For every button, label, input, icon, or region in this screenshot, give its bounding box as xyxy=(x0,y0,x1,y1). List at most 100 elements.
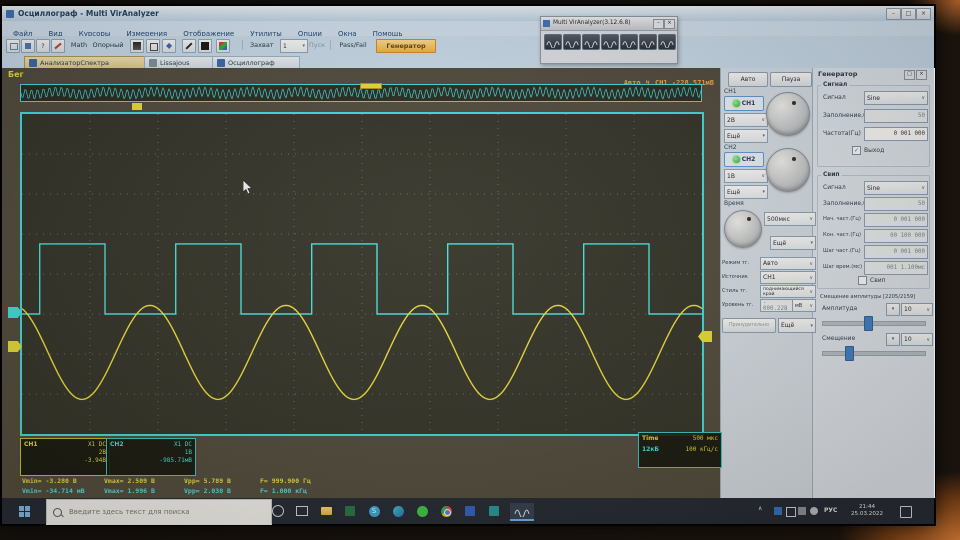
oscilloscope-tool-icon[interactable] xyxy=(544,34,562,50)
sweep-checkbox[interactable] xyxy=(858,276,867,285)
tray-expand-icon[interactable]: ∧ xyxy=(758,505,762,512)
taskbar-search[interactable] xyxy=(46,499,272,525)
help-icon[interactable]: ? xyxy=(36,39,50,53)
trigger-level-unit-select[interactable]: мВ ∨ xyxy=(792,299,816,312)
step-time-field[interactable]: 001 1.100мс xyxy=(864,261,928,275)
pause-button[interactable]: Пауза xyxy=(770,72,812,87)
trigger-style-select[interactable]: поднимающийся край ∨ xyxy=(760,285,816,298)
preview-window-marker[interactable] xyxy=(360,83,382,89)
ch1-scale-select[interactable]: 2В ∨ xyxy=(724,113,768,127)
ch1-position-knob[interactable] xyxy=(766,92,810,136)
close-button[interactable]: × xyxy=(916,8,931,20)
maximize-button[interactable]: □ xyxy=(901,8,916,20)
window-layout-icon[interactable] xyxy=(146,39,160,53)
trigger-level-field[interactable]: - 000.228 xyxy=(760,299,796,312)
mini-minimize-button[interactable]: – xyxy=(653,19,664,29)
display-mode-icon[interactable] xyxy=(130,39,144,53)
passfail-button[interactable]: Pass/Fail xyxy=(334,39,372,51)
active-app-multivir[interactable] xyxy=(510,503,534,521)
amplitude-slider-thumb[interactable] xyxy=(864,316,873,331)
settings-icon[interactable] xyxy=(51,39,65,53)
mini-close-button[interactable]: × xyxy=(664,19,675,29)
start-button[interactable] xyxy=(2,498,46,524)
trigger-source-select[interactable]: CH1 ∨ xyxy=(760,271,816,284)
language-indicator[interactable]: РУС xyxy=(824,507,837,514)
spectrum-tool-icon[interactable] xyxy=(563,34,581,50)
ch2-enable-toggle[interactable]: CH2 xyxy=(724,152,764,167)
search-input[interactable] xyxy=(67,507,241,517)
sweep-signal-select[interactable]: Sine ∨ xyxy=(864,181,928,195)
offset-unit-select[interactable]: 10 ∨ xyxy=(901,333,933,346)
offset-slider-thumb[interactable] xyxy=(845,346,854,361)
signal-generator-tool-icon[interactable] xyxy=(582,34,600,50)
tray-app-icon[interactable] xyxy=(774,507,782,515)
amplitude-unit-select[interactable]: 10 ∨ xyxy=(901,303,933,316)
capture-count-select[interactable]: 1 ▾ xyxy=(280,39,308,53)
background-color-icon[interactable] xyxy=(198,39,212,53)
amplitude-step-button[interactable]: ▾ xyxy=(886,303,900,316)
skype-icon[interactable]: S xyxy=(366,503,382,519)
tray-network-icon[interactable] xyxy=(798,507,806,515)
amplitude-slider[interactable] xyxy=(822,321,926,326)
tray-display-icon[interactable] xyxy=(786,507,796,517)
filter-tool-icon[interactable] xyxy=(658,34,676,50)
tab-spectrum-analyzer[interactable]: АнализаторСпектра xyxy=(24,56,146,68)
ch1-enable-toggle[interactable]: CH1 xyxy=(724,96,764,111)
excel-icon[interactable] xyxy=(342,503,358,519)
minimize-button[interactable]: – xyxy=(886,8,901,20)
start-freq-field[interactable]: 0 001 000 xyxy=(864,213,928,227)
trigger-more-select[interactable]: Ещё ▾ xyxy=(778,318,816,333)
action-center-icon[interactable] xyxy=(900,506,912,518)
reference-button[interactable]: Опорный xyxy=(92,39,124,51)
voltmeter-tool-icon[interactable] xyxy=(620,34,638,50)
generator-close-button[interactable]: × xyxy=(916,70,927,80)
tab-oscilloscope[interactable]: Осциллограф xyxy=(212,56,300,68)
cortana-icon[interactable] xyxy=(270,503,286,519)
mail-app-icon[interactable] xyxy=(462,503,478,519)
run-button[interactable]: Пуск xyxy=(306,39,328,51)
trigger-position-marker[interactable] xyxy=(132,103,142,110)
timebase-knob[interactable] xyxy=(724,210,762,248)
output-checkbox-row[interactable]: ✓ Выход xyxy=(852,146,884,155)
timebase-select[interactable]: 500мкс ∨ xyxy=(764,212,816,226)
persistence-icon[interactable]: ◆ xyxy=(162,39,176,53)
offset-slider[interactable] xyxy=(822,351,926,356)
trigger-mode-select[interactable]: Авто ∨ xyxy=(760,257,816,270)
generator-button[interactable]: Генератор xyxy=(376,39,436,53)
file-explorer-icon[interactable] xyxy=(318,503,334,519)
edge-icon[interactable] xyxy=(390,503,406,519)
auto-button[interactable]: Авто xyxy=(728,72,768,87)
signal-type-select[interactable]: Sine ∨ xyxy=(864,91,928,105)
tab-lissajous[interactable]: Lissajous xyxy=(144,56,216,68)
pen-icon[interactable] xyxy=(182,39,196,53)
end-freq-field[interactable]: 00 100 000 xyxy=(864,229,928,243)
tray-volume-icon[interactable] xyxy=(810,507,818,515)
output-checkbox[interactable]: ✓ xyxy=(852,146,861,155)
ch2-scale-select[interactable]: 1В ∨ xyxy=(724,169,768,183)
ch2-more-select[interactable]: Ещё ▾ xyxy=(724,185,768,199)
sweep-checkbox-row[interactable]: Свип xyxy=(858,276,886,285)
taskbar-clock[interactable]: 21:44 25.03.2022 xyxy=(846,504,888,518)
fill-field[interactable]: 50 xyxy=(864,109,928,123)
task-view-icon[interactable] xyxy=(294,503,310,519)
force-trigger-button[interactable]: Принудительно xyxy=(722,318,776,333)
frequency-field[interactable]: 0 001 000 xyxy=(864,127,928,141)
waveform-plot[interactable] xyxy=(20,112,704,436)
palette-icon[interactable] xyxy=(216,39,230,53)
mini-window-titlebar[interactable]: Multi VirAnalyzer(3.12.6.8) – × xyxy=(541,17,677,31)
generator-pin-button[interactable]: □ xyxy=(904,70,915,80)
save-icon[interactable] xyxy=(21,39,35,53)
ch2-position-knob[interactable] xyxy=(766,148,810,192)
logic-analyzer-tool-icon[interactable] xyxy=(601,34,619,50)
whatsapp-icon[interactable] xyxy=(414,503,430,519)
math-button[interactable]: Math xyxy=(68,39,90,51)
qc-app-icon[interactable] xyxy=(486,503,502,519)
ch1-more-select[interactable]: Ещё ▾ xyxy=(724,129,768,143)
sweep-fill-field[interactable]: 50 xyxy=(864,197,928,211)
offset-step-button[interactable]: ▾ xyxy=(886,333,900,346)
time-more-select[interactable]: Ещё ▾ xyxy=(770,236,816,250)
step-freq-field[interactable]: 0 001 000 xyxy=(864,245,928,259)
lissajous-tool-icon[interactable] xyxy=(639,34,657,50)
chrome-icon[interactable] xyxy=(438,503,454,519)
open-icon[interactable] xyxy=(6,39,20,53)
